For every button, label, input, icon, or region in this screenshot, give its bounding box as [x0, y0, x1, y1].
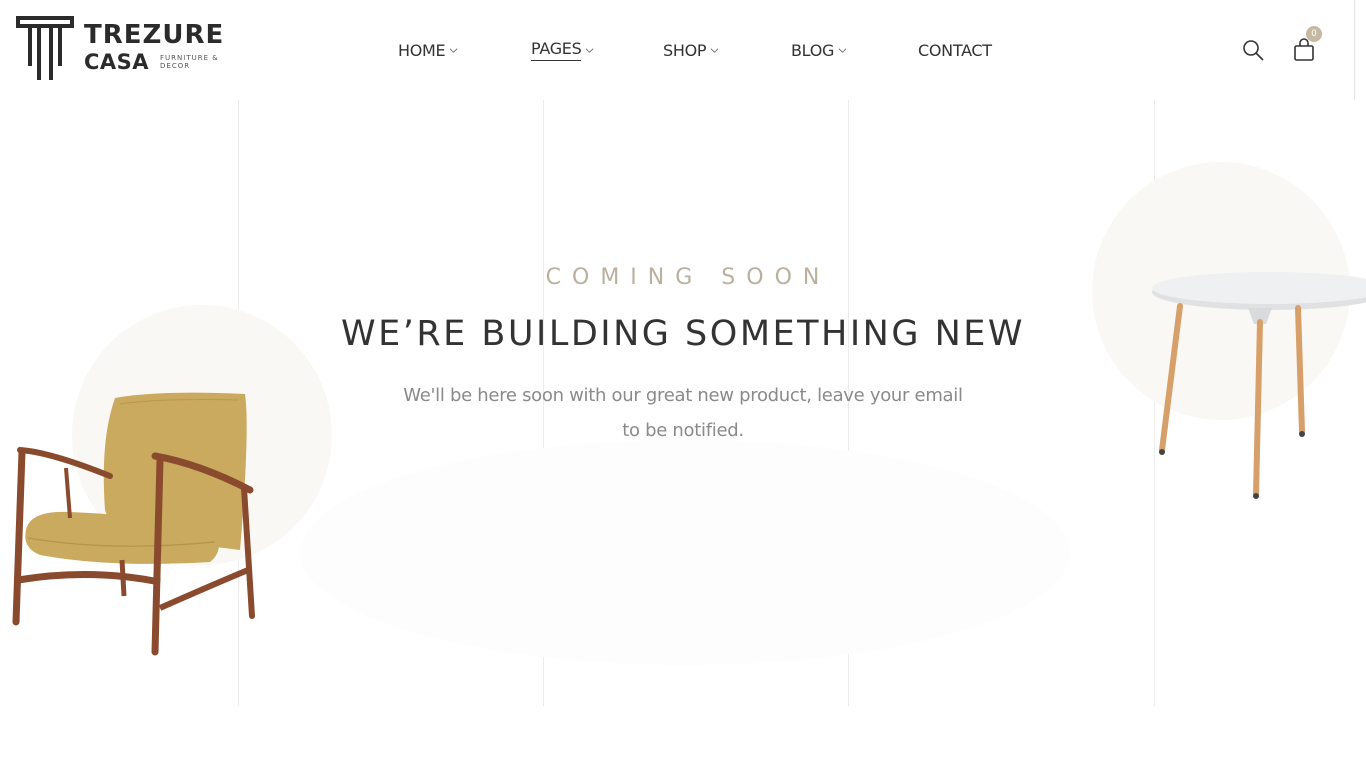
logo-mark-icon	[16, 16, 74, 80]
brand-name-secondary: CASA	[84, 50, 150, 74]
scrollbar[interactable]	[1354, 0, 1358, 100]
site-logo[interactable]: TREZURE CASA FURNITURE & DECOR	[16, 14, 226, 84]
chevron-down-icon	[586, 47, 594, 53]
chevron-down-icon	[838, 47, 847, 53]
brand-name: TREZURE	[84, 20, 225, 50]
search-icon	[1243, 40, 1264, 61]
nav-item-shop[interactable]: SHOP	[663, 38, 719, 62]
hero-description: We'll be here soon with our great new pr…	[403, 385, 963, 441]
nav-item-contact[interactable]: CONTACT	[918, 38, 992, 62]
coming-soon-label: COMING SOON	[545, 265, 831, 290]
chevron-down-icon	[449, 47, 458, 53]
hero-section: COMING SOON WE’RE BUILDING SOMETHING NEW…	[0, 262, 1366, 448]
nav-item-label: PAGES	[531, 39, 582, 61]
page-title: WE’RE BUILDING SOMETHING NEW	[341, 314, 1025, 354]
nav-item-label: CONTACT	[918, 40, 992, 60]
chevron-down-icon	[710, 47, 719, 53]
decor-ellipse	[300, 440, 1070, 665]
cart-count-badge: 0	[1306, 26, 1322, 42]
brand-tagline: FURNITURE & DECOR	[160, 54, 219, 70]
nav-item-label: BLOG	[791, 40, 835, 60]
nav-item-label: SHOP	[663, 40, 707, 60]
site-header: TREZURE CASA FURNITURE & DECOR HOME PAGE…	[0, 0, 1366, 100]
nav-item-pages[interactable]: PAGES	[531, 38, 594, 62]
nav-item-blog[interactable]: BLOG	[791, 38, 847, 62]
nav-item-home[interactable]: HOME	[398, 38, 458, 62]
coming-soon-page: TREZURE CASA FURNITURE & DECOR HOME PAGE…	[0, 0, 1366, 768]
nav-item-label: HOME	[398, 40, 446, 60]
search-button[interactable]	[1240, 36, 1266, 64]
